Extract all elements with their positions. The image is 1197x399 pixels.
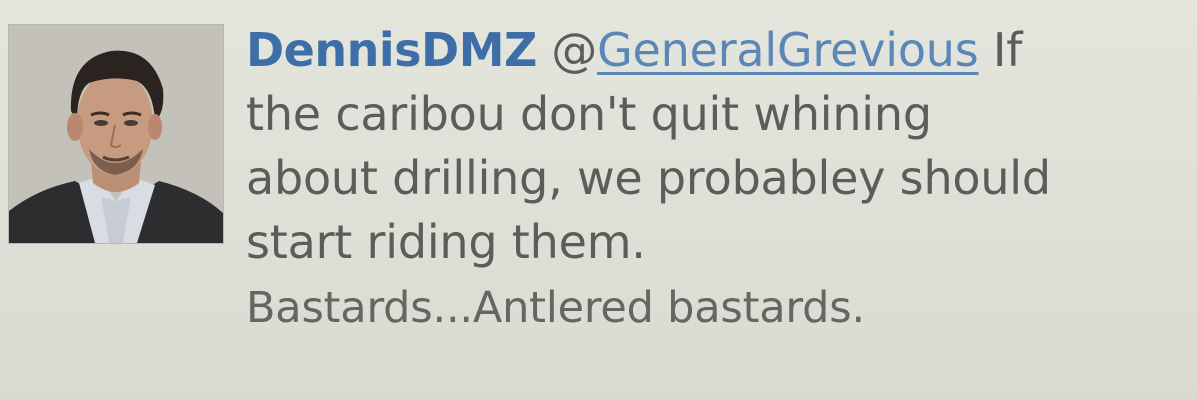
tweet-line-2: the caribou don't quit whining: [246, 87, 932, 141]
tweet-line-4: start riding them.: [246, 215, 646, 269]
mention[interactable]: @GeneralGrevious: [551, 23, 978, 77]
tweet-text: DennisDMZ @GeneralGrevious If the caribo…: [246, 18, 1176, 338]
tweet-line-3: about drilling, we probabley should: [246, 151, 1051, 205]
mention-prefix: @: [551, 23, 598, 77]
user-avatar[interactable]: [8, 24, 224, 244]
tweet-username[interactable]: DennisDMZ: [246, 23, 537, 77]
tweet-line-1-tail: If: [978, 23, 1023, 77]
tweet-line-5: Bastards...Antlered bastards.: [246, 283, 865, 333]
tweet-card: DennisDMZ @GeneralGrevious If the caribo…: [0, 0, 1197, 399]
avatar-portrait-icon: [9, 25, 223, 243]
mention-link[interactable]: GeneralGrevious: [597, 23, 979, 77]
tweet-line-1: DennisDMZ @GeneralGrevious If: [246, 18, 1176, 82]
